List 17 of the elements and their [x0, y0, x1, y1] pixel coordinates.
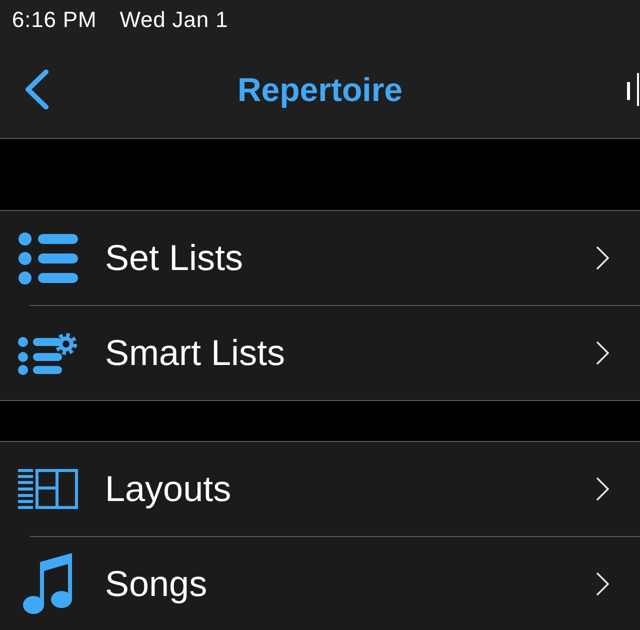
vertical-bars-icon[interactable]: [627, 72, 640, 106]
chevron-right-icon: [596, 341, 609, 365]
music-note-icon: [23, 553, 73, 615]
layout-grid-icon: [18, 469, 78, 509]
row-label: Smart Lists: [105, 332, 286, 374]
status-date: Wed Jan 1: [120, 7, 228, 33]
row-label: Set Lists: [105, 237, 244, 279]
status-time: 6:16 PM: [12, 7, 97, 33]
chevron-right-icon: [596, 246, 609, 270]
chevron-left-icon: [24, 68, 50, 110]
row-label: Songs: [105, 563, 208, 605]
list-gear-icon: [18, 332, 78, 374]
chevron-right-icon: [596, 477, 609, 501]
chevron-right-icon: [596, 572, 609, 596]
row-label: Layouts: [105, 468, 232, 510]
screen-title: Repertoire: [237, 71, 403, 109]
bulleted-list-icon: [18, 232, 78, 284]
